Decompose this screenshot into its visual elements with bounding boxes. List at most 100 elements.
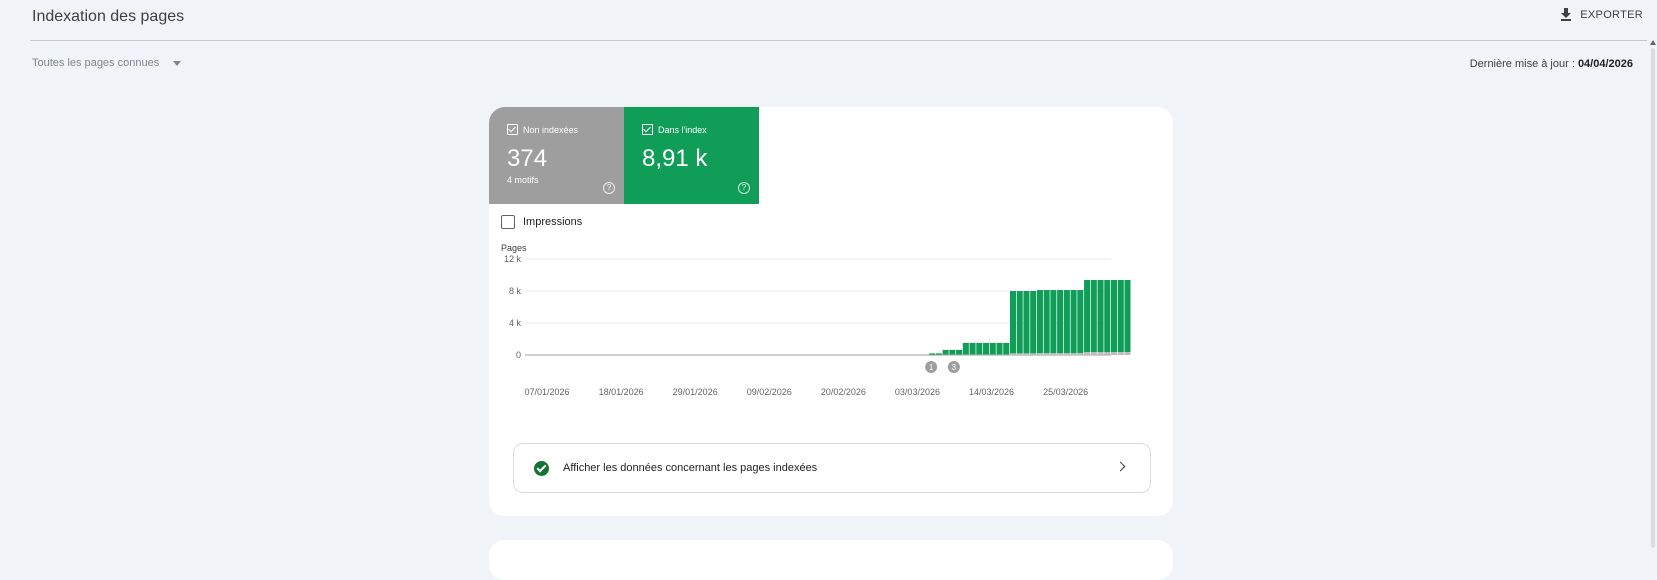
- chart-ytick-label: 0: [516, 350, 521, 360]
- chart-bar-indexed: [1118, 280, 1124, 352]
- checkbox-checked-icon: [642, 124, 653, 135]
- page-title: Indexation des pages: [32, 8, 184, 26]
- chart-xtick-label: 25/03/2026: [1043, 387, 1088, 397]
- chart-svg: Pages 0 4 k 8 k 12 k 07/01/2026 18/01/2026 29/0…: [489, 237, 1173, 417]
- last-update: Dernière mise à jour : 04/04/2026: [1470, 58, 1633, 70]
- chart-bar-non-indexed: [1111, 352, 1117, 355]
- tile-non-indexed-sub: 4 motifs: [507, 175, 539, 185]
- indexed-pages-link[interactable]: Afficher les données concernant les page…: [513, 443, 1151, 493]
- chart-xtick-label: 07/01/2026: [524, 387, 569, 397]
- chart-bar-indexed: [1064, 290, 1070, 353]
- tile-indexed[interactable]: Dans l'index 8,91 k ?: [624, 107, 759, 204]
- chart-ytick-label: 8 k: [509, 286, 522, 296]
- chart-bar-indexed: [1104, 280, 1110, 352]
- last-update-date: 04/04/2026: [1578, 58, 1633, 70]
- check-circle-icon: [534, 461, 549, 476]
- download-icon: [1560, 8, 1572, 21]
- chart-xtick-label: 03/03/2026: [895, 387, 940, 397]
- checkbox-empty-icon[interactable]: [501, 215, 515, 229]
- checkbox-checked-icon: [507, 124, 518, 135]
- page-header: Indexation des pages EXPORTER: [0, 0, 1657, 40]
- chart-bar-indexed: [1077, 290, 1083, 353]
- tile-indexed-value: 8,91 k: [642, 145, 707, 173]
- help-icon[interactable]: ?: [738, 182, 750, 194]
- header-divider: [30, 40, 1647, 41]
- chart-bar-non-indexed: [1030, 353, 1036, 355]
- chart-bar-non-indexed: [1037, 353, 1043, 355]
- export-button[interactable]: EXPORTER: [1560, 8, 1643, 21]
- chart-bar-non-indexed: [1104, 352, 1110, 355]
- chart-xtick-label: 18/01/2026: [599, 387, 644, 397]
- caret-down-icon: [173, 61, 181, 66]
- chart-bar-indexed: [1057, 290, 1063, 353]
- chart-bar-indexed: [1010, 291, 1016, 353]
- pages-filter-dropdown[interactable]: Toutes les pages connues: [32, 57, 181, 69]
- chart-bar-indexed: [970, 343, 976, 355]
- chart-bar-indexed: [949, 350, 955, 355]
- chart-xtick-label: 20/02/2026: [821, 387, 866, 397]
- chart-bar-indexed: [1124, 280, 1130, 352]
- chart-bar-indexed: [1050, 290, 1056, 353]
- chart-bar-non-indexed: [1017, 353, 1023, 355]
- chart-bar-indexed: [1084, 280, 1090, 352]
- chart-annotation-label: 1: [929, 363, 934, 372]
- indexation-card: Non indexées 374 4 motifs ? Dans l'index…: [489, 107, 1173, 516]
- tile-non-indexed-value: 374: [507, 145, 547, 173]
- chart-bar-non-indexed: [1084, 352, 1090, 355]
- chart-bar-indexed: [1023, 291, 1029, 353]
- chart-bar-non-indexed: [1064, 353, 1070, 355]
- chart-bar-non-indexed: [1118, 352, 1124, 355]
- tile-non-indexed-label: Non indexées: [523, 125, 578, 135]
- last-update-label: Dernière mise à jour :: [1470, 58, 1575, 70]
- chart-bar-non-indexed: [1044, 353, 1050, 355]
- chart-bar-indexed: [1017, 291, 1023, 353]
- chart-bar-indexed: [1037, 290, 1043, 353]
- scrollbar[interactable]: [1649, 40, 1657, 546]
- chart-bar-non-indexed: [1010, 353, 1016, 355]
- impressions-checkbox[interactable]: Impressions: [501, 215, 582, 229]
- chart-bar-non-indexed: [1098, 352, 1104, 355]
- scrollbar-thumb[interactable]: [1651, 48, 1655, 548]
- chart-bar-indexed: [976, 343, 982, 355]
- chart-bar-non-indexed: [1124, 352, 1130, 355]
- chart-bar-indexed: [943, 350, 949, 355]
- help-icon[interactable]: ?: [603, 182, 615, 194]
- scroll-up-arrow-icon[interactable]: [1650, 40, 1656, 45]
- chart-bar-indexed: [963, 343, 969, 355]
- chart-bar-non-indexed: [1023, 353, 1029, 355]
- chart-bar-indexed: [1098, 280, 1104, 352]
- chart-xtick-label: 29/01/2026: [673, 387, 718, 397]
- chart-bar-non-indexed: [1071, 353, 1077, 355]
- chart-bar-indexed: [1003, 343, 1009, 355]
- chart-bar-non-indexed: [1057, 353, 1063, 355]
- tile-indexed-label: Dans l'index: [658, 125, 707, 135]
- next-card: [489, 540, 1173, 580]
- chart-xtick-label: 14/03/2026: [969, 387, 1014, 397]
- filter-value: Toutes les pages connues: [32, 57, 159, 69]
- chart-ytick-label: 12 k: [504, 254, 522, 264]
- indexed-pages-link-label: Afficher les données concernant les page…: [563, 462, 817, 474]
- chart-bar-indexed: [990, 343, 996, 355]
- chart-bar-indexed: [983, 343, 989, 355]
- chart-ylabel: Pages: [501, 243, 527, 253]
- chart-bar-indexed: [996, 343, 1002, 355]
- chart-bar-indexed: [956, 350, 962, 355]
- chevron-right-icon: [1116, 462, 1126, 472]
- chart-ytick-label: 4 k: [509, 318, 522, 328]
- chart-bar-indexed: [1111, 280, 1117, 352]
- pages-chart: Pages 0 4 k 8 k 12 k 07/01/2026 18/01/2026 29/0…: [489, 237, 1173, 417]
- chart-bar-non-indexed: [1091, 352, 1097, 355]
- tile-non-indexed[interactable]: Non indexées 374 4 motifs ?: [489, 107, 624, 204]
- chart-bar-non-indexed: [1050, 353, 1056, 355]
- chart-bar-indexed: [1044, 290, 1050, 353]
- impressions-label: Impressions: [523, 216, 582, 228]
- export-label: EXPORTER: [1580, 9, 1643, 21]
- chart-bar-indexed: [929, 353, 935, 354]
- chart-bar-indexed: [1071, 290, 1077, 353]
- chart-bar-indexed: [1091, 280, 1097, 352]
- chart-bar-indexed: [1030, 291, 1036, 353]
- chart-bar-indexed: [936, 353, 942, 354]
- chart-bar-non-indexed: [1077, 353, 1083, 355]
- chart-xtick-label: 09/02/2026: [747, 387, 792, 397]
- chart-annotation-label: 3: [952, 363, 957, 372]
